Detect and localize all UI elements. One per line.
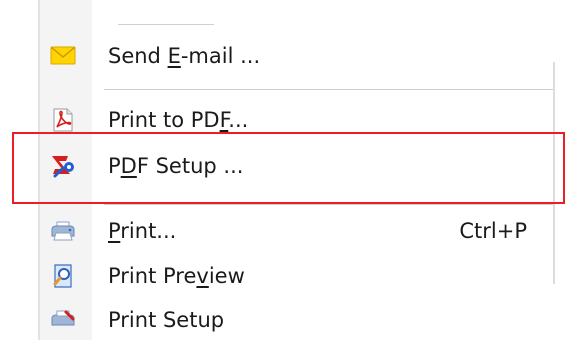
print-preview-icon bbox=[50, 264, 76, 288]
menu-separator bbox=[104, 204, 553, 205]
pdf-document-icon bbox=[50, 108, 76, 132]
print-setup-icon bbox=[50, 308, 76, 332]
menu-item-label: Print Preview bbox=[108, 264, 245, 288]
menu-item-print-preview[interactable]: Print Preview bbox=[40, 258, 553, 294]
menu-item-label: Send E-mail ... bbox=[108, 44, 261, 68]
menu-item-print-setup[interactable]: Print Setup bbox=[40, 302, 553, 338]
highlight-box bbox=[12, 132, 565, 204]
menu-item-label: Print... bbox=[108, 219, 177, 243]
menu-item-label: Print Setup bbox=[108, 308, 225, 332]
menu-separator bbox=[104, 89, 553, 90]
printer-icon bbox=[50, 219, 76, 243]
envelope-icon bbox=[50, 44, 76, 68]
menu-item-send-email[interactable]: Send E-mail ... bbox=[40, 38, 553, 74]
menu-separator bbox=[118, 24, 214, 25]
menu-item-print[interactable]: Print... Ctrl+P bbox=[40, 213, 553, 249]
menu-item-shortcut: Ctrl+P bbox=[459, 219, 527, 243]
